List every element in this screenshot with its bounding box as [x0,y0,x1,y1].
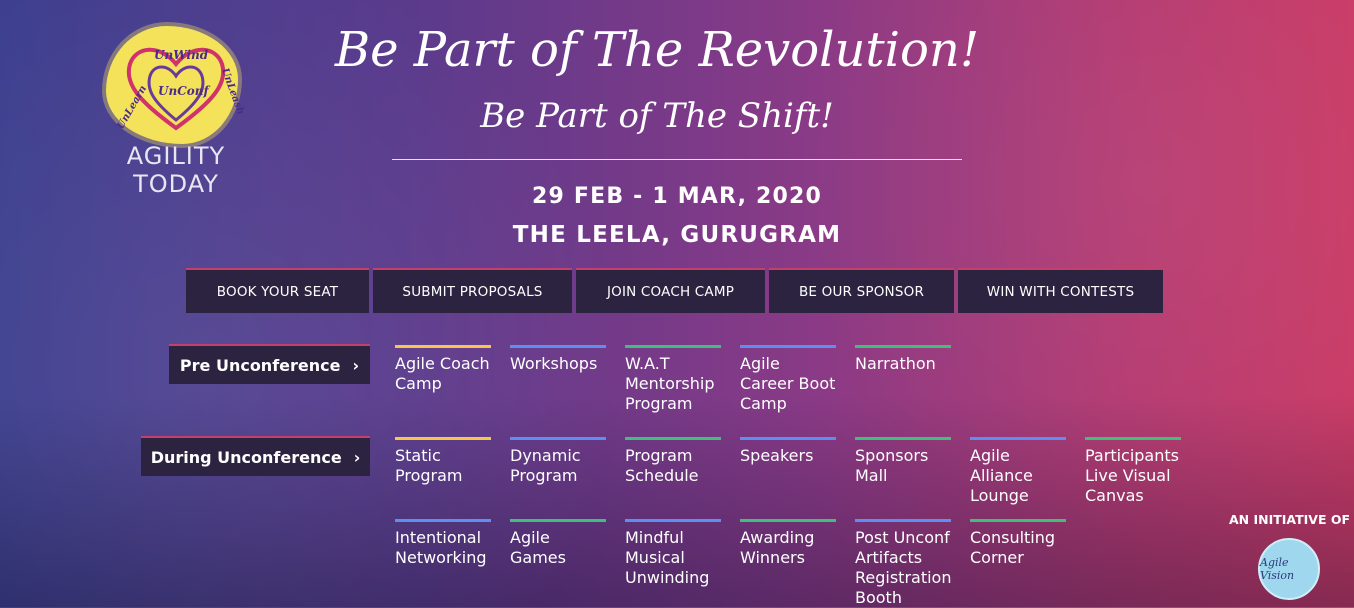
tile-post-unconf-artifacts[interactable]: Post Unconf Artifacts Registration Booth [855,519,951,608]
tile-sponsors-mall[interactable]: Sponsors Mall [855,437,951,486]
tile-agile-coach-camp[interactable]: Agile Coach Camp [395,345,491,394]
tile-speakers[interactable]: Speakers [740,437,836,466]
tile-agile-games[interactable]: Agile Games [510,519,606,568]
pre-unconference-button[interactable]: Pre Unconference › [169,344,370,384]
tile-agile-alliance-lounge[interactable]: Agile Alliance Lounge [970,437,1066,506]
during-unconference-button[interactable]: During Unconference › [141,436,370,476]
initiative-label: AN INITIATIVE OF [1229,512,1351,527]
agile-vision-logo[interactable]: Agile Vision [1258,538,1320,600]
event-venue: THE LEELA, GURUGRAM [512,222,842,248]
join-coach-camp-button[interactable]: JOIN COACH CAMP [576,268,765,313]
tile-mindful-musical-unwinding[interactable]: Mindful Musical Unwinding [625,519,721,588]
chevron-right-icon: › [352,355,360,375]
tile-awarding-winners[interactable]: Awarding Winners [740,519,836,568]
tile-agile-career-boot-camp[interactable]: Agile Career Boot Camp [740,345,836,414]
tile-wat-mentorship[interactable]: W.A.T Mentorship Program [625,345,721,414]
event-date: 29 FEB - 1 MAR, 2020 [531,184,823,209]
submit-proposals-button[interactable]: SUBMIT PROPOSALS [373,268,572,313]
during-unconference-label: During Unconference [150,447,342,467]
agile-vision-logo-text: Agile Vision [1260,556,1295,582]
pre-unconference-label: Pre Unconference [179,355,341,375]
be-our-sponsor-button[interactable]: BE OUR SPONSOR [769,268,954,313]
win-with-contests-button[interactable]: WIN WITH CONTESTS [958,268,1163,313]
headline-revolution: Be Part of The Revolution! [334,22,980,78]
chevron-right-icon: › [353,447,361,467]
tile-workshops[interactable]: Workshops [510,345,606,374]
book-your-seat-button[interactable]: BOOK YOUR SEAT [186,268,369,313]
tile-participants-live-visual-canvas[interactable]: Participants Live Visual Canvas [1085,437,1181,506]
headline-shift: Be Part of The Shift! [480,96,834,136]
tile-consulting-corner[interactable]: Consulting Corner [970,519,1066,568]
headline-divider [392,159,962,160]
tile-dynamic-program[interactable]: Dynamic Program [510,437,606,486]
tile-intentional-networking[interactable]: Intentional Networking [395,519,491,568]
tile-narrathon[interactable]: Narrathon [855,345,951,374]
tile-program-schedule[interactable]: Program Schedule [625,437,721,486]
tile-static-program[interactable]: Static Program [395,437,491,486]
